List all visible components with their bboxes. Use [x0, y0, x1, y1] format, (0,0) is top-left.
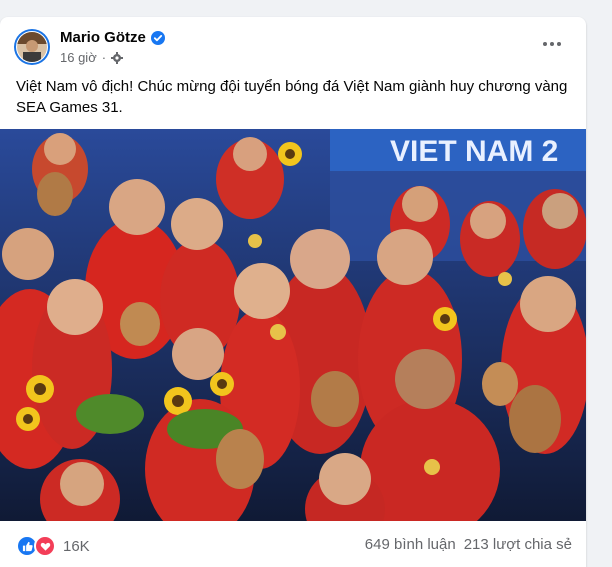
more-options-icon[interactable]	[536, 31, 568, 57]
gear-icon[interactable]	[111, 51, 124, 64]
reaction-count[interactable]: 16K	[63, 538, 90, 555]
avatar[interactable]	[14, 29, 50, 65]
avatar-image	[17, 32, 47, 62]
post-footer: 16K 649 bình luận 213 lượt chia sẻ	[0, 521, 586, 567]
verified-badge-icon	[150, 30, 165, 45]
post-timestamp[interactable]: 16 giờ	[60, 50, 97, 65]
meta-separator: ·	[101, 50, 107, 65]
author-name[interactable]: Mario Götze	[60, 29, 146, 46]
reactions-summary[interactable]: 16K	[16, 535, 90, 557]
team-celebration-image: VIET NAM 2	[0, 129, 586, 521]
love-icon	[34, 535, 56, 557]
comment-count[interactable]: 649 bình luận	[365, 536, 456, 553]
share-count[interactable]: 213 lượt chia sẻ	[464, 536, 572, 553]
post-header: Mario Götze 16 giờ ·	[0, 17, 586, 73]
banner-text: VIET NAM 2	[390, 135, 558, 168]
post-card: Mario Götze 16 giờ · Việt Nam vô địch! C…	[0, 17, 586, 567]
post-photo[interactable]: VIET NAM 2	[0, 129, 586, 521]
post-caption: Việt Nam vô địch! Chúc mừng đội tuyển bó…	[16, 78, 568, 116]
